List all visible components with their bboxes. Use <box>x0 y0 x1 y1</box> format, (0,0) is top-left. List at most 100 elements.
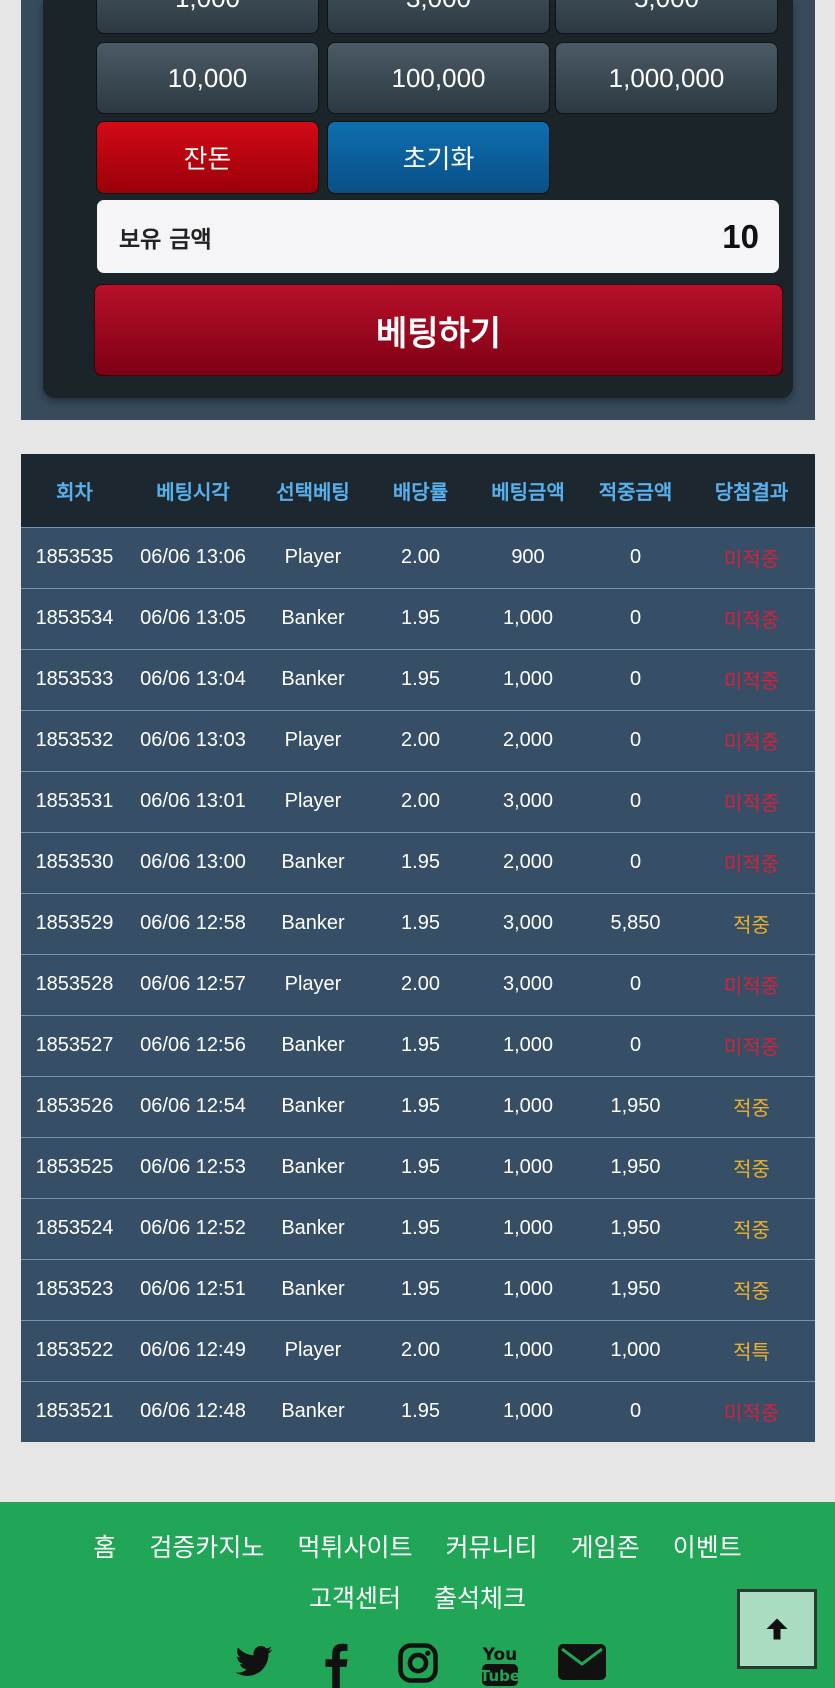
selection-cell: Banker <box>281 607 345 629</box>
win-amount-cell: 0 <box>629 668 642 690</box>
bet-amount-cell: 1,000 <box>502 1217 554 1239</box>
win-amount-cell: 0 <box>629 607 642 629</box>
win-amount-cell: 0 <box>629 790 642 812</box>
bet-amount-cell: 1,000 <box>502 1095 554 1117</box>
result-cell: 미적중 <box>723 1401 780 1426</box>
round-cell: 1853527 <box>35 1034 114 1056</box>
result-cell: 미적중 <box>723 730 780 754</box>
odds-cell: 1.95 <box>401 851 440 873</box>
youtube-icon[interactable]: You Tube <box>473 1642 527 1688</box>
bet-time-cell: 06/06 12:52 <box>140 1217 246 1239</box>
bet-time-cell: 06/06 13:00 <box>140 851 246 873</box>
table-row: 1853521 06/06 12:48 Banker 1.95 1,000 0 미적중 <box>21 1381 815 1442</box>
odds-cell: 1.95 <box>401 1156 440 1178</box>
header-win-amount: 적중금액 <box>598 479 673 504</box>
chip-10000-button[interactable]: 10,000 <box>96 42 319 114</box>
odds-cell: 1.95 <box>401 1217 440 1239</box>
result-cell: 미적중 <box>723 608 780 632</box>
selection-cell: Player <box>284 1339 342 1361</box>
footer-link-game-zone[interactable]: 게임존 <box>571 1533 640 1562</box>
chip-100000-button[interactable]: 100,000 <box>327 42 550 114</box>
result-cell: 적특 <box>733 1340 770 1364</box>
result-cell: 적중 <box>733 1096 770 1120</box>
bet-amount-cell: 1,000 <box>502 607 554 629</box>
arrow-up-icon <box>766 1618 788 1640</box>
odds-cell: 1.95 <box>401 1095 440 1117</box>
footer-link-attendance[interactable]: 출석체크 <box>434 1584 526 1613</box>
round-cell: 1853523 <box>35 1278 114 1300</box>
footer-link-scam-sites[interactable]: 먹튀사이트 <box>297 1533 412 1562</box>
table-row: 1853524 06/06 12:52 Banker 1.95 1,000 1,950 적중 <box>21 1198 815 1259</box>
place-bet-button[interactable]: 베팅하기 <box>94 284 783 376</box>
selection-cell: Banker <box>281 1156 345 1178</box>
balance-value: 10 <box>722 217 759 255</box>
bet-time-cell: 06/06 12:48 <box>140 1400 246 1423</box>
svg-text:Tube: Tube <box>479 1667 519 1685</box>
bet-time-cell: 06/06 12:57 <box>140 973 246 995</box>
twitter-icon[interactable] <box>227 1642 281 1688</box>
footer-link-community[interactable]: 커뮤니티 <box>446 1533 538 1562</box>
table-row: 1853534 06/06 13:05 Banker 1.95 1,000 0 미적중 <box>21 588 815 649</box>
selection-cell: Banker <box>281 1095 345 1117</box>
chip-1000-button[interactable]: 1,000 <box>96 0 319 34</box>
social-links: You Tube <box>0 1642 835 1688</box>
header-round: 회차 <box>56 479 93 504</box>
header-odds: 배당률 <box>392 479 449 504</box>
footer-link-event[interactable]: 이벤트 <box>673 1533 742 1562</box>
round-cell: 1853531 <box>35 790 114 812</box>
bet-time-cell: 06/06 13:05 <box>140 607 246 629</box>
round-cell: 1853526 <box>35 1095 114 1117</box>
bet-amount-cell: 1,000 <box>502 1156 554 1178</box>
bet-time-cell: 06/06 13:01 <box>140 790 246 812</box>
instagram-icon[interactable] <box>391 1642 445 1688</box>
bet-time-cell: 06/06 12:58 <box>140 912 246 934</box>
win-amount-cell: 0 <box>629 973 642 995</box>
table-row: 1853525 06/06 12:53 Banker 1.95 1,000 1,950 적중 <box>21 1137 815 1198</box>
header-result: 당첨결과 <box>714 479 789 504</box>
email-icon[interactable] <box>555 1642 609 1688</box>
svg-text:You: You <box>481 1645 517 1665</box>
selection-cell: Player <box>284 546 342 568</box>
chip-1000000-button[interactable]: 1,000,000 <box>555 42 778 114</box>
facebook-icon[interactable] <box>309 1642 363 1688</box>
win-amount-cell: 0 <box>629 546 642 568</box>
bet-history-table: 회차 베팅시각 선택베팅 배당률 베팅금액 적중금액 당첨결과 1853535 0… <box>21 454 815 1442</box>
balance-label: 보유 금액 <box>119 226 212 253</box>
footer-link-customer-center[interactable]: 고객센터 <box>309 1584 401 1613</box>
table-row: 1853529 06/06 12:58 Banker 1.95 3,000 5,850 적중 <box>21 893 815 954</box>
change-button[interactable]: 잔돈 <box>96 121 319 194</box>
scroll-to-top-button[interactable] <box>737 1589 817 1669</box>
round-cell: 1853535 <box>35 546 114 568</box>
win-amount-cell: 0 <box>629 1034 642 1056</box>
table-row: 1853535 06/06 13:06 Player 2.00 900 0 미적중 <box>21 527 815 588</box>
bet-amount-cell: 3,000 <box>502 912 554 934</box>
footer-link-verified-casino[interactable]: 검증카지노 <box>149 1533 264 1562</box>
bet-time-cell: 06/06 12:56 <box>140 1034 246 1056</box>
odds-cell: 1.95 <box>401 1034 440 1056</box>
header-bet-time: 베팅시각 <box>156 479 230 504</box>
odds-cell: 2.00 <box>401 790 440 812</box>
round-cell: 1853529 <box>35 912 114 934</box>
chip-5000-button[interactable]: 5,000 <box>555 0 778 34</box>
balance-display: 보유 금액 10 <box>97 200 779 273</box>
chip-3000-button[interactable]: 3,000 <box>327 0 550 34</box>
betting-panel-inner: 1,000 3,000 5,000 10,000 100,000 1,000,0… <box>43 0 793 398</box>
bet-amount-cell: 900 <box>511 546 545 568</box>
round-cell: 1853534 <box>35 607 114 629</box>
footer-link-home[interactable]: 홈 <box>93 1533 116 1562</box>
round-cell: 1853522 <box>35 1339 114 1361</box>
bet-amount-cell: 1,000 <box>502 668 554 690</box>
win-amount-cell: 1,950 <box>610 1156 661 1178</box>
odds-cell: 2.00 <box>401 973 440 995</box>
betting-panel: 1,000 3,000 5,000 10,000 100,000 1,000,0… <box>21 0 815 420</box>
reset-button[interactable]: 초기화 <box>327 121 550 194</box>
round-cell: 1853521 <box>35 1400 114 1423</box>
header-selection: 선택베팅 <box>276 479 350 504</box>
win-amount-cell: 1,950 <box>610 1217 661 1239</box>
result-cell: 적중 <box>733 1218 770 1242</box>
odds-cell: 2.00 <box>401 546 440 568</box>
bet-time-cell: 06/06 12:53 <box>140 1156 246 1178</box>
result-cell: 미적중 <box>723 791 780 815</box>
bet-amount-cell: 3,000 <box>502 973 554 995</box>
table-header-row: 회차 베팅시각 선택베팅 배당률 베팅금액 적중금액 당첨결과 <box>21 454 815 527</box>
